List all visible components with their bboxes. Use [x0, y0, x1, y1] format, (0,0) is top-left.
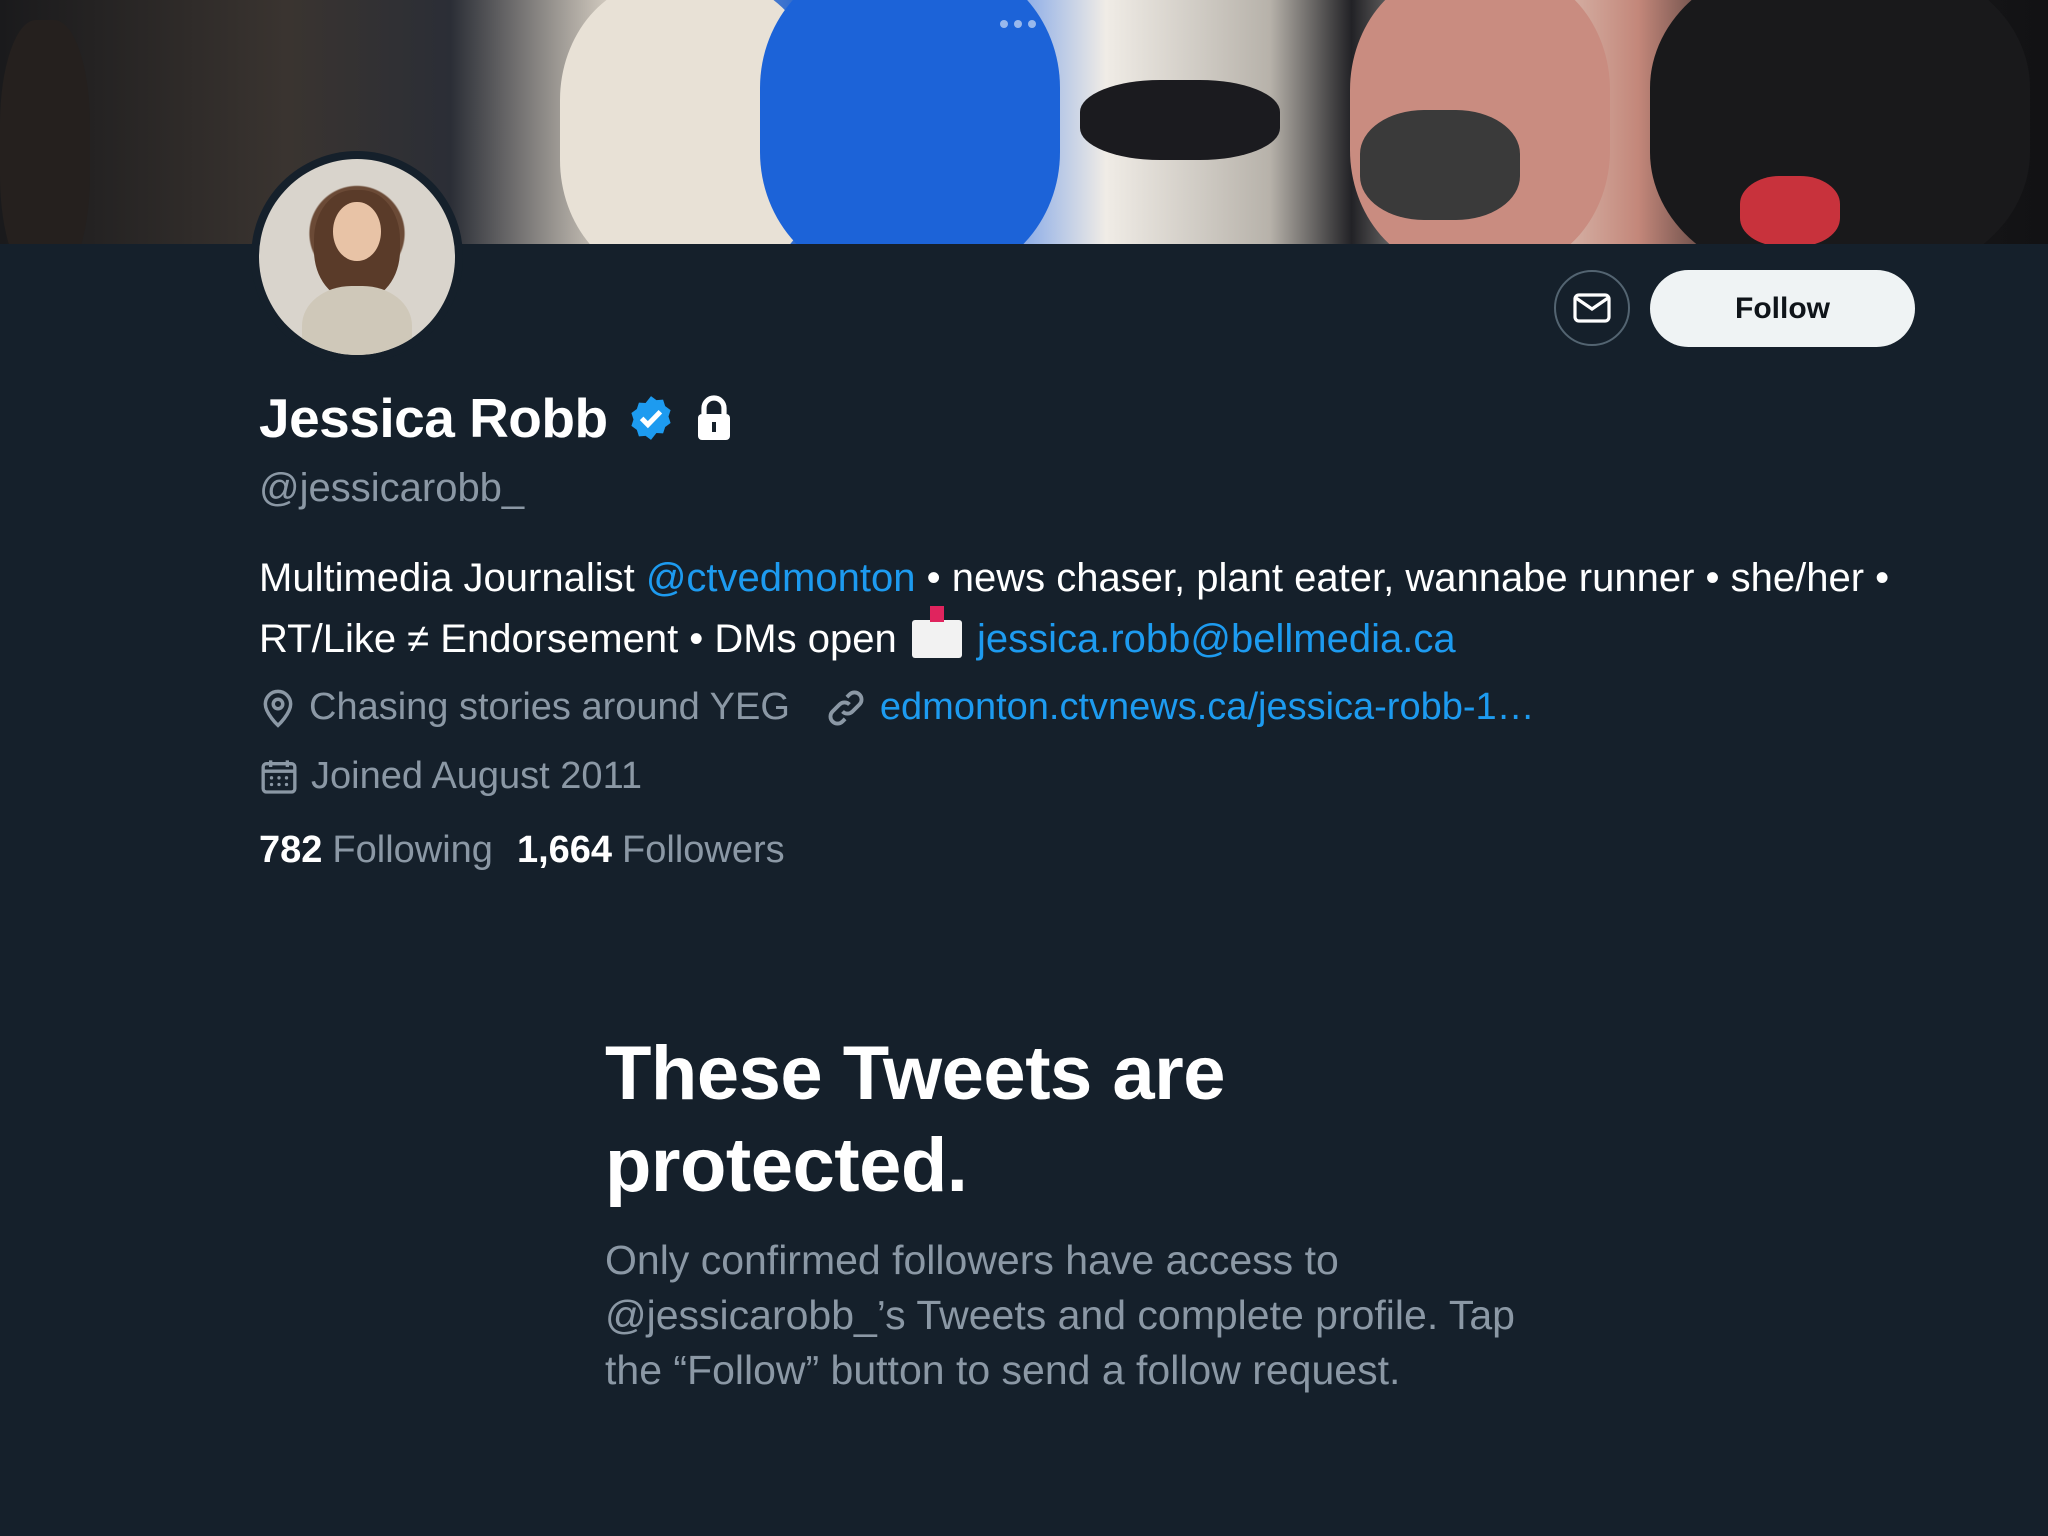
verified-badge-icon [631, 396, 671, 440]
envelope-with-arrow-emoji [911, 606, 962, 658]
bio-text: Multimedia Journalist [259, 556, 646, 600]
envelope-icon [1573, 293, 1611, 323]
avatar[interactable] [251, 151, 463, 363]
followers-stat[interactable]: 1,664 Followers [517, 829, 785, 872]
followers-label: Followers [622, 829, 785, 871]
display-name: Jessica Robb [259, 387, 608, 449]
joined-text: Joined August 2011 [311, 755, 643, 797]
following-stat[interactable]: 782 Following [259, 829, 493, 872]
location-text: Chasing stories around YEG [309, 686, 790, 728]
profile-joined-row: Joined August 2011 [259, 755, 676, 798]
link-icon [828, 690, 864, 725]
website-link[interactable]: edmonton.ctvnews.ca/jessica-robb-1… [880, 686, 1535, 729]
avatar-image [259, 159, 455, 355]
message-button[interactable] [1554, 270, 1630, 346]
following-count: 782 [259, 829, 323, 871]
profile-location: Chasing stories around YEG [259, 686, 790, 729]
profile-meta-row: Chasing stories around YEG edmonton.ctvn… [259, 686, 1569, 729]
bio-mention-link[interactable]: @ctvedmonton [646, 556, 916, 600]
profile-website[interactable]: edmonton.ctvnews.ca/jessica-robb-1… [824, 686, 1535, 729]
location-pin-icon [263, 689, 293, 728]
profile-bio: Multimedia Journalist @ctvedmonton • new… [259, 548, 1919, 670]
profile-joined: Joined August 2011 [259, 755, 642, 798]
followers-count: 1,664 [516, 829, 613, 871]
profile-name-row: Jessica Robb [259, 386, 734, 450]
protected-title: These Tweets are protected. [605, 1031, 1226, 1208]
profile-handle: @jessicarobb_ [259, 466, 525, 510]
bio-email-link[interactable]: jessica.robb@bellmedia.ca [977, 617, 1456, 661]
following-label: Following [332, 829, 493, 871]
calendar-icon [261, 759, 297, 794]
lock-icon [697, 395, 730, 440]
protected-description: Only confirmed followers have access to … [605, 1237, 1515, 1393]
follow-button[interactable]: Follow [1650, 270, 1915, 347]
follow-stats: 782 Following 1,664 Followers [259, 829, 785, 872]
banner-overflow-dots [1000, 20, 1036, 28]
